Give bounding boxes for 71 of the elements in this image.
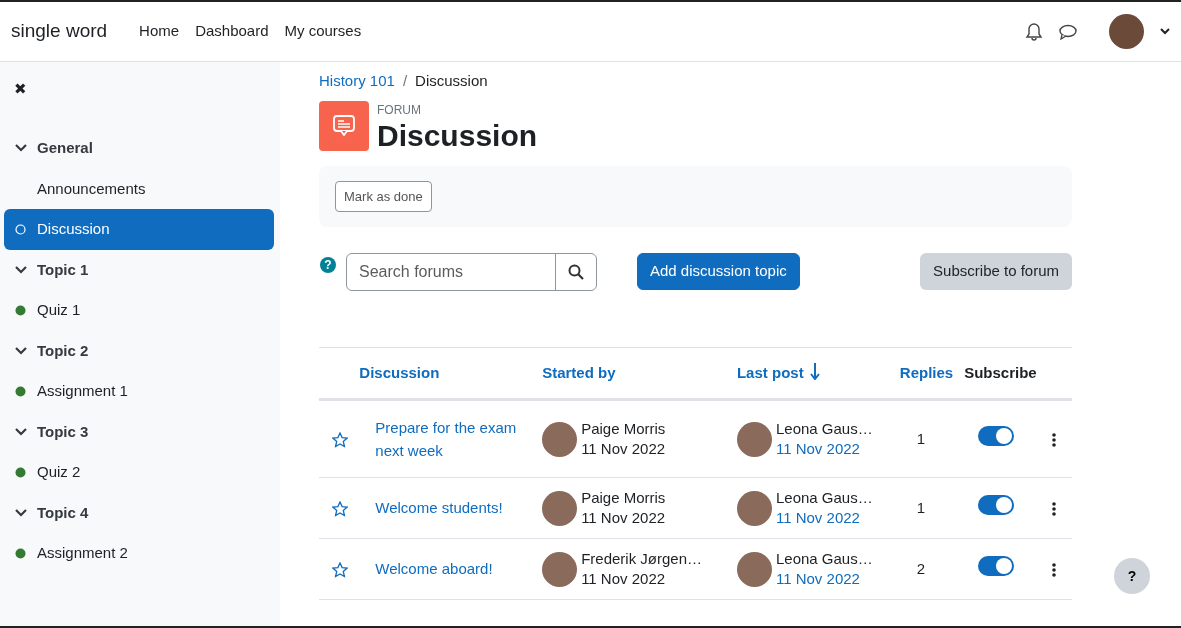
topic-title-link[interactable]: Prepare for the exam next week: [375, 415, 536, 462]
site-name[interactable]: single word: [11, 17, 108, 46]
bell-icon[interactable]: [1025, 22, 1043, 41]
reply-count: 1: [916, 498, 926, 516]
caret-icon[interactable]: [1160, 28, 1170, 35]
topic-title-link[interactable]: Welcome students!: [375, 496, 503, 520]
author-name: Paige Morris: [581, 419, 666, 439]
more-icon[interactable]: [1052, 432, 1056, 447]
avatar: [542, 490, 578, 526]
avatar: [542, 421, 578, 457]
nav-link[interactable]: My courses: [284, 20, 362, 43]
column-header: Subscribe: [964, 363, 1037, 381]
reply-count: 2: [916, 559, 926, 577]
avatar: [736, 421, 772, 457]
add-topic-button[interactable]: Add discussion topic: [637, 253, 800, 290]
search-icon: [568, 264, 584, 280]
nav-link[interactable]: Home: [139, 20, 180, 43]
column-sort-link[interactable]: Replies: [899, 363, 954, 381]
activity-item[interactable]: Discussion: [4, 209, 274, 250]
star-icon[interactable]: [332, 500, 348, 517]
page-title: Discussion: [377, 118, 538, 152]
avatar: [736, 551, 772, 587]
chat-icon[interactable]: [1059, 23, 1077, 40]
post-date: 11 Nov 2022: [581, 439, 666, 459]
reply-count: 1: [916, 429, 926, 447]
author-name: Leona Gaus…: [775, 488, 873, 508]
activity-item[interactable]: Assignment 1: [4, 371, 274, 412]
column-sort-link[interactable]: Discussion: [359, 363, 440, 381]
author-name: Leona Gaus…: [775, 549, 873, 569]
subscribe-toggle[interactable]: [978, 494, 1015, 515]
mark-as-done-button[interactable]: Mark as done: [335, 180, 432, 212]
post-date: 11 Nov 2022: [581, 569, 667, 589]
star-icon[interactable]: [332, 561, 348, 578]
more-icon[interactable]: [1052, 562, 1056, 577]
activity-type: FORUM: [377, 101, 422, 119]
speech-bubble-icon: [331, 112, 357, 139]
author-name: Frederik Jørgen…: [581, 549, 702, 569]
section-item[interactable]: Topic 2: [4, 330, 274, 371]
author-name: Paige Morris: [581, 488, 666, 508]
activity-item[interactable]: Quiz 2: [4, 452, 274, 493]
subscribe-toggle[interactable]: [978, 425, 1015, 446]
section-item[interactable]: Topic 4: [4, 492, 274, 533]
post-date: 11 Nov 2022: [581, 508, 666, 528]
star-icon[interactable]: [332, 431, 348, 448]
column-sort-link[interactable]: Started by: [542, 363, 616, 381]
more-icon[interactable]: [1052, 501, 1056, 516]
post-date[interactable]: 11 Nov 2022: [775, 439, 873, 459]
search-button[interactable]: [555, 253, 597, 291]
section-item[interactable]: General: [4, 128, 274, 169]
help-button[interactable]: ?: [1114, 558, 1150, 594]
activity-item[interactable]: Quiz 1: [4, 290, 274, 331]
close-button[interactable]: ✖: [4, 62, 37, 128]
section-item[interactable]: Topic 1: [4, 249, 274, 290]
avatar[interactable]: [1109, 14, 1144, 49]
post-date[interactable]: 11 Nov 2022: [775, 508, 873, 528]
column-sort-link[interactable]: Last post: [736, 363, 804, 381]
avatar: [542, 551, 578, 587]
subscribe-toggle[interactable]: [978, 555, 1015, 576]
activity-item[interactable]: Announcements: [4, 168, 274, 209]
post-date[interactable]: 11 Nov 2022: [775, 569, 873, 589]
help-icon[interactable]: ?: [320, 257, 336, 273]
breadcrumb-link[interactable]: History 101: [319, 70, 395, 93]
breadcrumb-separator: /: [402, 71, 408, 91]
breadcrumb-current: Discussion: [415, 71, 488, 91]
topic-title-link[interactable]: Welcome aboard!: [375, 557, 493, 581]
avatar: [736, 490, 772, 526]
activity-item[interactable]: Assignment 2: [4, 533, 274, 574]
author-name: Leona Gaus…: [775, 419, 873, 439]
nav-link[interactable]: Dashboard: [195, 20, 269, 43]
subscribe-button[interactable]: Subscribe to forum: [920, 253, 1072, 290]
section-item[interactable]: Topic 3: [4, 411, 274, 452]
